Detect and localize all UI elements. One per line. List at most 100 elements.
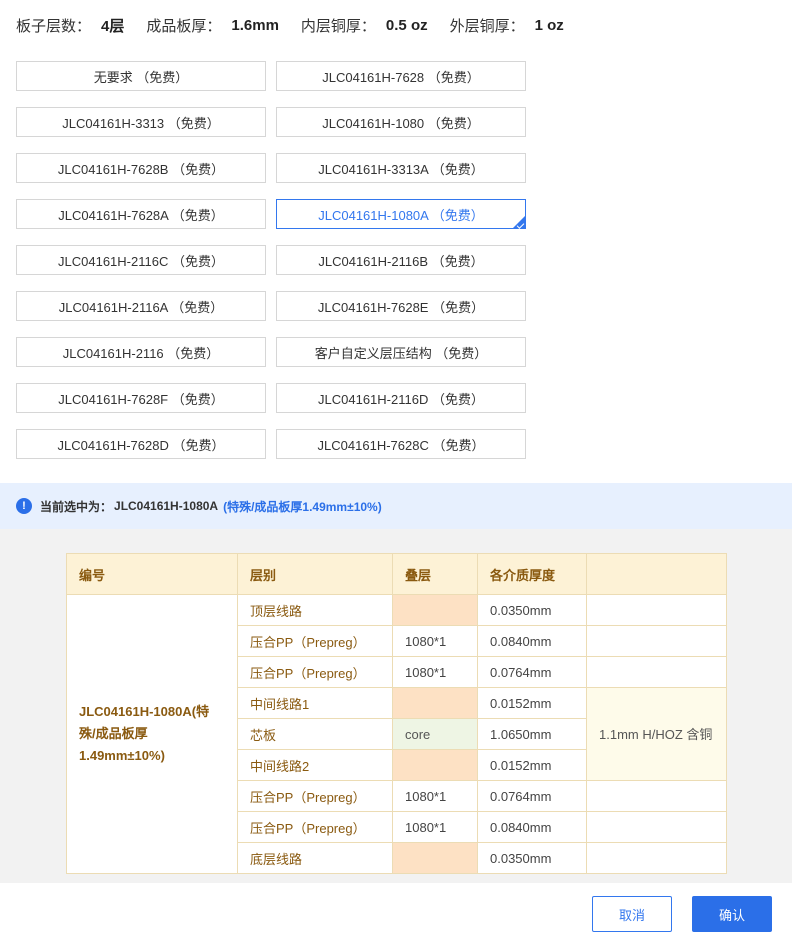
stackup-option-label: JLC04161H-2116A （免费） — [58, 299, 224, 315]
header-id: 编号 — [66, 553, 238, 595]
stackup-option-label: JLC04161H-1080A （免费） — [318, 207, 484, 223]
thickness-cell: 0.0350mm — [477, 594, 587, 626]
stack-cell: 1080*1 — [392, 625, 478, 657]
stackup-option-label: JLC04161H-2116D （免费） — [318, 391, 484, 407]
layer-name-cell: 底层线路 — [237, 842, 393, 874]
notice-selected-code: JLC04161H-1080A — [114, 499, 219, 513]
spec-layers-label: 板子层数： — [16, 17, 92, 35]
selection-notice: ! 当前选中为： JLC04161H-1080A (特殊/成品板厚1.49mm±… — [0, 483, 792, 529]
info-icon: ! — [16, 498, 32, 514]
stackup-option[interactable]: JLC04161H-1080 （免费） — [276, 107, 526, 137]
stackup-option[interactable]: 客户自定义层压结构 （免费） — [276, 337, 526, 367]
layer-name-cell: 顶层线路 — [237, 594, 393, 626]
stackup-option-label: JLC04161H-2116C （免费） — [58, 253, 224, 269]
header-layer: 层别 — [237, 553, 393, 595]
stackup-option-label: 客户自定义层压结构 （免费） — [314, 345, 488, 361]
table-row: JLC04161H-1080A(特殊/成品板厚1.49mm±10%) 顶层线路 0.… — [66, 594, 727, 874]
stackup-id-cell: JLC04161H-1080A(特殊/成品板厚1.49mm±10%) — [66, 594, 238, 874]
note-cell — [586, 780, 727, 812]
thickness-cell: 0.0152mm — [477, 749, 587, 781]
note-cell — [586, 594, 727, 626]
layer-name-cell: 压合PP（Prepreg） — [237, 780, 393, 812]
stackup-option[interactable]: JLC04161H-2116A （免费） — [16, 291, 266, 321]
stack-cell — [392, 594, 478, 626]
stackup-option[interactable]: JLC04161H-2116C （免费） — [16, 245, 266, 275]
thickness-cell: 0.0840mm — [477, 625, 587, 657]
board-spec-summary: 板子层数： 4层 成品板厚： 1.6mm 内层铜厚： 0.5 oz 外层铜厚： … — [16, 13, 586, 37]
stackup-option-label: JLC04161H-3313A （免费） — [318, 161, 484, 177]
stackup-option[interactable]: JLC04161H-2116D （免费） — [276, 383, 526, 413]
stackup-option[interactable]: JLC04161H-2116B （免费） — [276, 245, 526, 275]
stackup-option[interactable]: JLC04161H-2116 （免费） — [16, 337, 266, 367]
thickness-cell: 0.0350mm — [477, 842, 587, 874]
layer-name-cell: 压合PP（Prepreg） — [237, 656, 393, 688]
note-cell — [586, 842, 727, 874]
thickness-cell: 1.0650mm — [477, 718, 587, 750]
stackup-option[interactable]: JLC04161H-7628D （免费） — [16, 429, 266, 459]
stack-cell — [392, 842, 478, 874]
core-note-cell: 1.1mm H/HOZ 含铜 — [586, 687, 727, 781]
note-cell — [586, 811, 727, 843]
table-header-row: 编号 层别 叠层 各介质厚度 — [66, 553, 727, 595]
stackup-option-label: JLC04161H-7628D （免费） — [57, 437, 225, 453]
notice-label: 当前选中为： — [40, 499, 113, 514]
stackup-option[interactable]: JLC04161H-7628A （免费） — [16, 199, 266, 229]
stackup-option-label: JLC04161H-2116B （免费） — [318, 253, 484, 269]
layer-name-cell: 芯板 — [237, 718, 393, 750]
stackup-option-label: JLC04161H-7628E （免费） — [317, 299, 485, 315]
spec-outer-copper-value: 1 oz — [534, 16, 564, 34]
stack-cell: core — [392, 718, 478, 750]
layer-name-cell: 中间线路1 — [237, 687, 393, 719]
stackup-option-label: JLC04161H-2116 （免费） — [62, 345, 220, 361]
note-cell — [586, 625, 727, 657]
stackup-table-area: 编号 层别 叠层 各介质厚度 JLC04161H-1080A(特殊/成品板厚1.… — [0, 529, 792, 883]
header-note — [586, 553, 727, 595]
thickness-cell: 0.0152mm — [477, 687, 587, 719]
spec-inner-copper-label: 内层铜厚： — [300, 17, 376, 35]
stackup-option[interactable]: 无要求 （免费） — [16, 61, 266, 91]
layer-name-cell: 压合PP（Prepreg） — [237, 811, 393, 843]
stack-cell — [392, 687, 478, 719]
spec-layers: 板子层数： 4层 — [16, 15, 124, 36]
stackup-option[interactable]: JLC04161H-7628 （免费） — [276, 61, 526, 91]
stack-cell: 1080*1 — [392, 656, 478, 688]
layer-name-cell: 压合PP（Prepreg） — [237, 625, 393, 657]
spec-inner-copper-value: 0.5 oz — [385, 16, 428, 34]
stackup-option-label: JLC04161H-7628 （免费） — [322, 69, 480, 85]
spec-thickness-value: 1.6mm — [231, 16, 279, 34]
stackup-option[interactable]: JLC04161H-3313 （免费） — [16, 107, 266, 137]
stackup-option-label: JLC04161H-7628C （免费） — [317, 437, 485, 453]
spec-layers-value: 4层 — [101, 17, 125, 35]
stackup-option-label: JLC04161H-7628F （免费） — [58, 391, 224, 407]
header-stack: 叠层 — [392, 553, 478, 595]
stackup-option[interactable]: JLC04161H-1080A （免费） — [276, 199, 526, 229]
stack-cell: 1080*1 — [392, 811, 478, 843]
stackup-option-label: JLC04161H-7628B （免费） — [57, 161, 225, 177]
thickness-cell: 0.0764mm — [477, 780, 587, 812]
stackup-option-label: JLC04161H-7628A （免费） — [58, 207, 224, 223]
stackup-option[interactable]: JLC04161H-7628B （免费） — [16, 153, 266, 183]
spec-thickness-label: 成品板厚： — [146, 17, 222, 35]
stackup-table: 编号 层别 叠层 各介质厚度 JLC04161H-1080A(特殊/成品板厚1.… — [66, 553, 727, 874]
stackup-option[interactable]: JLC04161H-7628E （免费） — [276, 291, 526, 321]
confirm-button[interactable]: 确认 — [692, 896, 772, 932]
stackup-option[interactable]: JLC04161H-3313A （免费） — [276, 153, 526, 183]
spec-outer-copper: 外层铜厚： 1 oz — [450, 15, 564, 36]
spec-thickness: 成品板厚： 1.6mm — [146, 15, 279, 36]
note-cell — [586, 656, 727, 688]
header-thickness: 各介质厚度 — [477, 553, 587, 595]
layer-name-cell: 中间线路2 — [237, 749, 393, 781]
notice-extra-info: (特殊/成品板厚1.49mm±10%) — [223, 499, 382, 514]
stack-cell — [392, 749, 478, 781]
spec-inner-copper: 内层铜厚： 0.5 oz — [301, 15, 428, 36]
spec-outer-copper-label: 外层铜厚： — [449, 17, 525, 35]
stackup-option-label: JLC04161H-3313 （免费） — [62, 115, 220, 131]
thickness-cell: 0.0840mm — [477, 811, 587, 843]
cancel-button[interactable]: 取消 — [592, 896, 672, 932]
stackup-option[interactable]: JLC04161H-7628F （免费） — [16, 383, 266, 413]
stack-cell: 1080*1 — [392, 780, 478, 812]
stackup-option-label: JLC04161H-1080 （免费） — [322, 115, 480, 131]
stackup-option[interactable]: JLC04161H-7628C （免费） — [276, 429, 526, 459]
stackup-option-label: 无要求 （免费） — [93, 69, 189, 85]
thickness-cell: 0.0764mm — [477, 656, 587, 688]
